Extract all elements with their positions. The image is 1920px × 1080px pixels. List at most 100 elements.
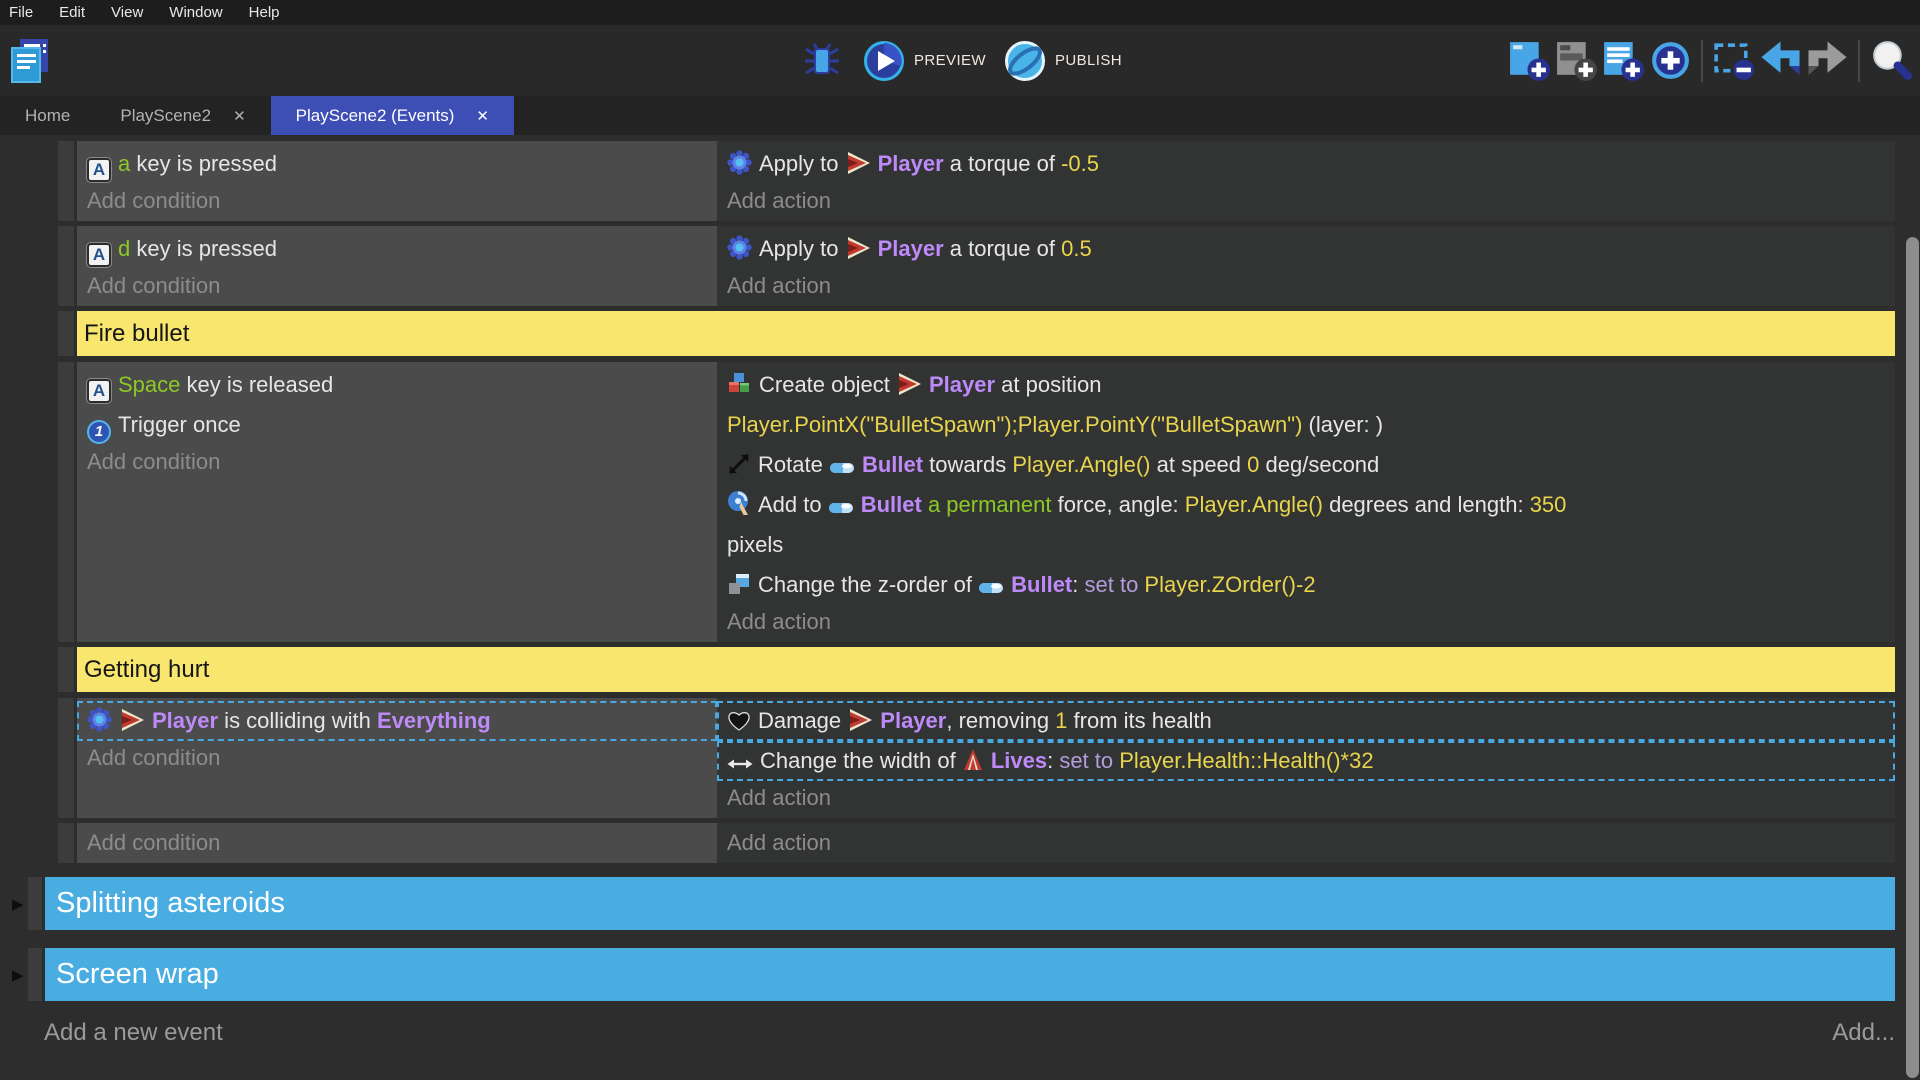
actions-column: Apply to Player a torque of -0.5Add acti… bbox=[717, 141, 1895, 221]
search-icon[interactable] bbox=[1867, 37, 1914, 84]
comment-row: Getting hurt bbox=[58, 647, 1895, 692]
player-icon bbox=[845, 236, 871, 260]
tab-playscene2-events[interactable]: PlayScene2 (Events) ✕ bbox=[271, 96, 514, 135]
toolbar-right bbox=[1506, 37, 1914, 84]
add-action-link[interactable]: Add action bbox=[717, 826, 1895, 860]
text-segment: Player.Health::Health()*32 bbox=[1113, 748, 1373, 773]
menu-view[interactable]: View bbox=[98, 0, 156, 25]
condition-instruction[interactable]: Aa key is pressed bbox=[77, 144, 717, 184]
delete-selection-icon[interactable] bbox=[1710, 37, 1757, 84]
menu-help[interactable]: Help bbox=[236, 0, 293, 25]
conditions-column: Ad key is pressedAdd condition bbox=[77, 226, 717, 306]
add-action-link[interactable]: Add action bbox=[717, 184, 1895, 218]
gdevelop-window: FileEditViewWindowHelp PREVIEW PUBLISH H… bbox=[0, 0, 1920, 1080]
tab-bar: Home PlayScene2✕ PlayScene2 (Events) ✕ bbox=[0, 96, 1920, 135]
event-gutter bbox=[28, 877, 42, 930]
text-segment: Player.Angle() bbox=[1012, 452, 1150, 477]
publish-button[interactable]: PUBLISH bbox=[1004, 40, 1122, 82]
publish-label: PUBLISH bbox=[1055, 52, 1122, 69]
tab-label: Home bbox=[25, 106, 70, 126]
text-segment: (layer: ) bbox=[1302, 412, 1383, 437]
text-segment: is colliding with bbox=[218, 708, 377, 733]
actions-column: Damage Player, removing 1 from its healt… bbox=[717, 698, 1895, 818]
add-condition-link[interactable]: Add condition bbox=[77, 184, 717, 218]
add-comment-icon[interactable] bbox=[1600, 37, 1647, 84]
text-segment: set to bbox=[1059, 748, 1113, 773]
add-condition-link[interactable]: Add condition bbox=[77, 269, 717, 303]
bullet-icon bbox=[978, 580, 1004, 596]
zorder-icon bbox=[727, 572, 751, 596]
preview-button[interactable]: PREVIEW bbox=[863, 40, 986, 82]
menu-file[interactable]: File bbox=[0, 0, 46, 25]
add-condition-link[interactable]: Add condition bbox=[77, 445, 717, 479]
tab-home[interactable]: Home bbox=[0, 96, 95, 135]
action-instruction[interactable]: Apply to Player a torque of 0.5 bbox=[717, 229, 1895, 269]
action-instruction[interactable]: Change the z-order of Bullet: set to Pla… bbox=[717, 565, 1895, 605]
close-tab-icon[interactable]: ✕ bbox=[233, 107, 246, 125]
keyboard-icon: A bbox=[87, 243, 111, 267]
collapse-arrow-icon[interactable]: ▶ bbox=[12, 948, 28, 1001]
action-instruction[interactable]: Create object Player at position Player.… bbox=[717, 365, 1895, 445]
project-manager-icon[interactable] bbox=[8, 37, 52, 85]
add-condition-link[interactable]: Add condition bbox=[77, 826, 717, 860]
text-segment: -0.5 bbox=[1061, 151, 1099, 176]
text-segment: Player.ZOrder()-2 bbox=[1138, 572, 1315, 597]
text-segment: , removing bbox=[946, 708, 1055, 733]
undo-icon[interactable] bbox=[1757, 37, 1804, 84]
add-action-link[interactable]: Add action bbox=[717, 781, 1895, 815]
text-segment: Player bbox=[152, 708, 218, 733]
group-bar[interactable]: Splitting asteroids bbox=[45, 877, 1895, 930]
condition-instruction[interactable]: Player is colliding with Everything bbox=[77, 701, 717, 741]
action-instruction[interactable]: Rotate Bullet towards Player.Angle() at … bbox=[717, 445, 1895, 485]
conditions-column: Aa key is pressedAdd condition bbox=[77, 141, 717, 221]
comment-bar[interactable]: Fire bullet bbox=[77, 311, 1895, 356]
text-segment: Player bbox=[878, 151, 944, 176]
text-segment: key is released bbox=[180, 372, 333, 397]
action-instruction[interactable]: Add to Bullet a permanent force, angle: … bbox=[717, 485, 1895, 565]
menu-window[interactable]: Window bbox=[156, 0, 235, 25]
text-segment: pixels bbox=[727, 532, 783, 557]
action-instruction[interactable]: Damage Player, removing 1 from its healt… bbox=[717, 701, 1895, 741]
add-more-link[interactable]: Add... bbox=[1832, 1019, 1895, 1047]
add-new-event-link[interactable]: Add a new event bbox=[44, 1019, 223, 1047]
add-subevent-icon[interactable] bbox=[1553, 37, 1600, 84]
add-new-icon[interactable] bbox=[1647, 37, 1694, 84]
text-segment: a torque of bbox=[944, 236, 1061, 261]
text-segment: Lives bbox=[991, 748, 1047, 773]
debugger-icon[interactable] bbox=[798, 37, 845, 84]
add-condition-link[interactable]: Add condition bbox=[77, 741, 717, 775]
heart-icon bbox=[727, 710, 751, 732]
preview-icon bbox=[863, 40, 905, 82]
menu-bar: FileEditViewWindowHelp bbox=[0, 0, 1920, 25]
text-segment: Space bbox=[118, 372, 180, 397]
physics-icon bbox=[727, 150, 752, 175]
condition-instruction[interactable]: ASpace key is released bbox=[77, 365, 717, 405]
events-list: Aa key is pressedAdd conditionApply to P… bbox=[0, 141, 1920, 1001]
text-segment: d bbox=[118, 236, 130, 261]
text-segment: Apply to bbox=[759, 151, 845, 176]
player-icon bbox=[896, 372, 922, 396]
comment-row: Fire bullet bbox=[58, 311, 1895, 356]
action-instruction[interactable]: Change the width of Lives: set to Player… bbox=[717, 741, 1895, 781]
action-instruction[interactable]: Apply to Player a torque of -0.5 bbox=[717, 144, 1895, 184]
tab-playscene2[interactable]: PlayScene2✕ bbox=[95, 96, 270, 135]
comment-bar[interactable]: Getting hurt bbox=[77, 647, 1895, 692]
vertical-scrollbar[interactable] bbox=[1906, 237, 1919, 1078]
player-icon bbox=[847, 708, 873, 732]
close-tab-icon[interactable]: ✕ bbox=[476, 107, 489, 125]
tab-label: PlayScene2 (Events) bbox=[296, 106, 455, 126]
collapse-arrow-icon[interactable]: ▶ bbox=[12, 877, 28, 930]
add-action-link[interactable]: Add action bbox=[717, 269, 1895, 303]
text-segment: Bullet bbox=[861, 492, 922, 517]
add-event-icon[interactable] bbox=[1506, 37, 1553, 84]
text-segment: a bbox=[118, 151, 130, 176]
condition-instruction[interactable]: 1 Trigger once bbox=[77, 405, 717, 445]
group-bar[interactable]: Screen wrap bbox=[45, 948, 1895, 1001]
group-row: ▶ Screen wrap bbox=[12, 948, 1895, 1001]
add-action-link[interactable]: Add action bbox=[717, 605, 1895, 639]
menu-edit[interactable]: Edit bbox=[46, 0, 98, 25]
text-segment: Trigger once bbox=[118, 412, 241, 437]
condition-instruction[interactable]: Ad key is pressed bbox=[77, 229, 717, 269]
trigger-once-icon: 1 bbox=[87, 420, 111, 444]
redo-icon[interactable] bbox=[1804, 37, 1851, 84]
